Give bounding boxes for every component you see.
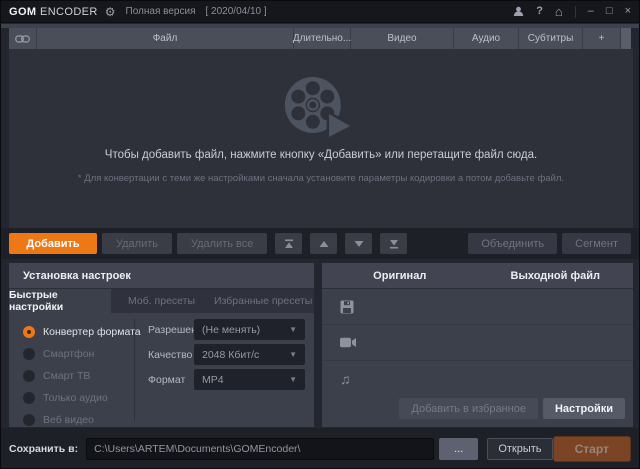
remove-file-button[interactable]: Удалить xyxy=(102,233,172,254)
radio-selected-icon xyxy=(23,326,35,338)
bottom-bar: Сохранить в: ... Открыть Старт xyxy=(1,428,639,469)
resolution-field: Разрешение (Не менять) ▼ xyxy=(142,319,305,340)
app-logo: GOM ENCODER xyxy=(9,6,98,18)
remove-all-button[interactable]: Удалить все xyxy=(177,233,267,254)
titlebar-divider xyxy=(575,6,576,18)
quality-select[interactable]: 2048 Кбит/с ▼ xyxy=(194,344,305,365)
output-file-header: Выходной файл xyxy=(478,270,634,282)
tab-favorite-presets[interactable]: Избранные пресеты xyxy=(212,289,314,313)
quality-field: Качество 2048 Кбит/с ▼ xyxy=(142,344,305,365)
music-note-icon: ♫ xyxy=(340,372,351,386)
file-toolbar: Добавить Удалить Удалить все Объединить … xyxy=(1,228,639,259)
radio-icon xyxy=(23,348,35,360)
file-icon xyxy=(340,300,354,314)
column-header-subtitles[interactable]: Субтитры xyxy=(519,28,583,49)
audio-info-row: ♫ xyxy=(322,361,633,397)
output-panel: Оригинал Выходной файл ♫ xyxy=(322,263,633,427)
add-to-favorites-button[interactable]: Добавить в избранное xyxy=(399,398,538,419)
build-date-label: [ 2020/04/10 ] xyxy=(206,6,267,17)
format-select[interactable]: MP4 ▼ xyxy=(194,369,305,390)
column-header-file[interactable]: Файл xyxy=(37,28,294,49)
move-top-button[interactable] xyxy=(275,233,302,254)
resolution-select[interactable]: (Не менять) ▼ xyxy=(194,319,305,340)
home-icon[interactable]: ⌂ xyxy=(555,5,563,18)
option-smartphone[interactable]: Смартфон xyxy=(23,343,94,365)
video-info-row xyxy=(322,325,633,361)
radio-icon xyxy=(23,370,35,382)
lower-panels: Установка настроек Быстрые настройки Моб… xyxy=(1,259,639,428)
file-table-header: Файл Длительно... Видео Аудио Субтитры + xyxy=(9,28,633,49)
output-panel-buttons: Добавить в избранное Настройки xyxy=(399,398,625,419)
gear-icon[interactable]: ⚙ xyxy=(105,5,116,19)
film-reel-icon xyxy=(283,75,355,139)
segment-button[interactable]: Сегмент xyxy=(562,233,631,254)
column-header-duration[interactable]: Длительно... xyxy=(294,28,351,49)
chevron-down-icon: ▼ xyxy=(289,350,297,359)
empty-list-hint: * Для конвертации с теми же настройками … xyxy=(9,173,633,184)
column-header-extra[interactable]: + xyxy=(583,28,621,49)
empty-list-title: Чтобы добавить файл, нажмите кнопку «Доб… xyxy=(9,149,633,161)
start-button[interactable]: Старт xyxy=(553,436,631,462)
help-icon[interactable]: ? xyxy=(536,6,543,17)
chevron-down-icon: ▼ xyxy=(289,375,297,384)
add-file-button[interactable]: Добавить xyxy=(9,233,97,254)
save-to-label: Сохранить в: xyxy=(9,443,78,455)
column-header-audio[interactable]: Аудио xyxy=(454,28,519,49)
tab-mobile-presets[interactable]: Моб. пресеты xyxy=(111,289,213,313)
settings-panel-title: Установка настроек xyxy=(9,263,314,289)
settings-button[interactable]: Настройки xyxy=(543,398,625,419)
move-down-button[interactable] xyxy=(345,233,372,254)
user-icon[interactable] xyxy=(513,6,524,17)
settings-panel: Установка настроек Быстрые настройки Моб… xyxy=(9,263,314,427)
chevron-down-icon: ▼ xyxy=(289,325,297,334)
option-audio-only[interactable]: Только аудио xyxy=(23,387,108,409)
maximize-button[interactable]: □ xyxy=(606,6,613,17)
minimize-button[interactable]: – xyxy=(588,6,594,17)
gom-encoder-window: GOM ENCODER ⚙ Полная версия [ 2020/04/10… xyxy=(0,0,640,469)
link-column-header[interactable] xyxy=(9,28,37,49)
link-icon xyxy=(15,33,30,45)
tab-quick-settings[interactable]: Быстрые настройки xyxy=(9,289,111,313)
original-header: Оригинал xyxy=(322,270,478,282)
open-folder-button[interactable]: Открыть xyxy=(487,438,552,460)
column-header-video[interactable]: Видео xyxy=(351,28,454,49)
media-info-rows: ♫ xyxy=(322,289,633,397)
save-path-input[interactable] xyxy=(86,438,434,460)
close-button[interactable]: × xyxy=(625,6,631,17)
radio-icon xyxy=(23,414,35,426)
settings-tabs: Быстрые настройки Моб. пресеты Избранные… xyxy=(9,289,314,313)
move-up-button[interactable] xyxy=(310,233,337,254)
header-scroll-corner xyxy=(621,28,631,49)
output-panel-header: Оригинал Выходной файл xyxy=(322,263,633,289)
file-info-row xyxy=(322,289,633,325)
titlebar-actions: ? ⌂ – □ × xyxy=(513,5,631,18)
video-camera-icon xyxy=(340,337,356,348)
option-smart-tv[interactable]: Смарт ТВ xyxy=(23,365,90,387)
radio-icon xyxy=(23,392,35,404)
move-bottom-button[interactable] xyxy=(380,233,407,254)
option-format-converter[interactable]: Конвертер формата xyxy=(23,321,141,343)
version-label: Полная версия xyxy=(126,6,196,17)
format-field: Формат MP4 ▼ xyxy=(142,369,305,390)
titlebar: GOM ENCODER ⚙ Полная версия [ 2020/04/10… xyxy=(1,1,639,23)
quick-settings-body: Конвертер формата Смартфон Смарт ТВ Толь… xyxy=(9,313,314,427)
browse-button[interactable]: ... xyxy=(439,438,478,460)
merge-button[interactable]: Объединить xyxy=(468,233,557,254)
file-drop-area[interactable]: Чтобы добавить файл, нажмите кнопку «Доб… xyxy=(9,49,633,228)
